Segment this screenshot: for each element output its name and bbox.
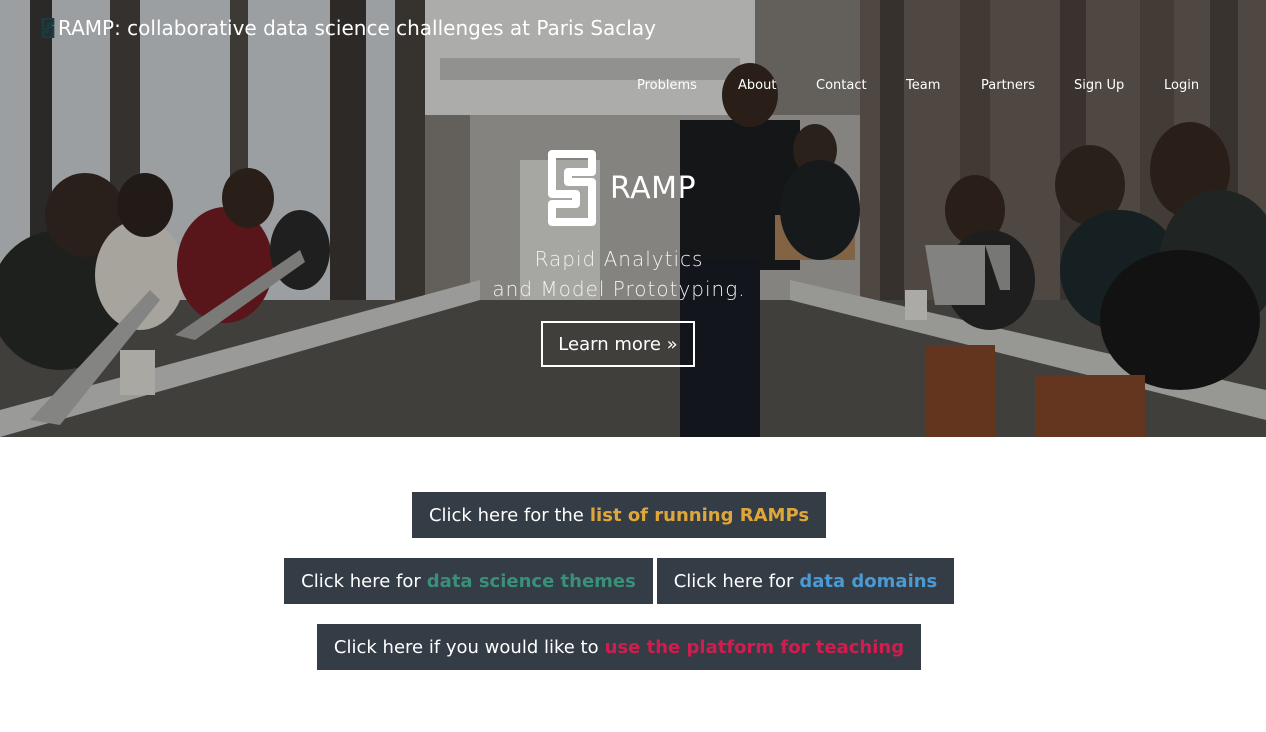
hero-tagline-line1: Rapid Analytics <box>534 247 704 271</box>
hero-tagline-line2: and Model Prototyping. <box>492 277 746 301</box>
themes-prefix: Click here for <box>301 570 421 592</box>
nav-contact[interactable]: Contact <box>816 78 867 93</box>
ramp-logo-icon <box>41 18 55 38</box>
nav-partners[interactable]: Partners <box>981 78 1035 93</box>
ramp-logo-icon <box>548 150 596 226</box>
hero-logo-text: RAMP <box>610 170 697 206</box>
teaching-button[interactable]: Click here if you would like to use the … <box>317 624 921 670</box>
top-navigation: Problems About Contact Team Partners Sig… <box>0 78 1266 98</box>
data-domains-button[interactable]: Click here for data domains <box>657 558 954 604</box>
running-ramps-prefix: Click here for the <box>428 504 584 526</box>
nav-login[interactable]: Login <box>1164 78 1199 93</box>
hero-banner: RAMP: collaborative data science challen… <box>0 0 1266 437</box>
hero-logo: RAMP <box>544 150 696 226</box>
site-title: RAMP: collaborative data science challen… <box>58 16 656 40</box>
teaching-prefix: Click here if you would like to <box>333 636 599 658</box>
running-ramps-link-text: list of running RAMPs <box>589 504 810 526</box>
brand-link[interactable]: RAMP: collaborative data science challen… <box>40 12 656 44</box>
data-science-themes-button[interactable]: Click here for data science themes <box>284 558 653 604</box>
nav-sign-up[interactable]: Sign Up <box>1074 78 1124 93</box>
domains-prefix: Click here for <box>673 570 794 592</box>
nav-team[interactable]: Team <box>906 78 940 93</box>
running-ramps-button[interactable]: Click here for the list of running RAMPs <box>412 492 826 538</box>
themes-link-text: data science themes <box>426 570 636 592</box>
nav-problems[interactable]: Problems <box>637 78 697 93</box>
teaching-link-text: use the platform for teaching <box>604 636 905 658</box>
domains-link-text: data domains <box>799 570 938 592</box>
nav-about[interactable]: About <box>738 78 776 93</box>
learn-more-button[interactable]: Learn more » <box>541 321 695 367</box>
